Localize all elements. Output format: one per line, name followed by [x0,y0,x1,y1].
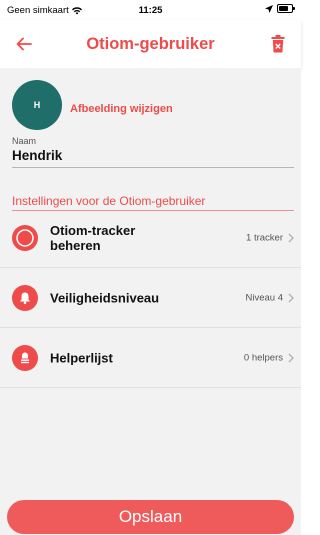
settings-item-label: Helperlijst [50,350,113,366]
tracker-icon [12,225,38,251]
trash-icon[interactable] [271,35,285,53]
helper-bell-icon-glyph [21,352,29,364]
row-divider [0,387,301,388]
settings-item-label: Otiom-tracker beheren [50,223,136,253]
bell-icon [12,285,38,311]
battery-icon [277,4,295,13]
main-content: H Afbeelding wijzigen Naam Hendrik Inste… [0,68,301,535]
settings-item-value: 1 tracker [246,232,283,244]
status-bar: Geen simkaart 11:25 [0,0,301,20]
settings-item-value: 0 helpers [243,352,283,364]
helper-bell-icon [12,345,38,371]
chevron-right-icon [288,353,294,363]
page-title: Otiom-gebruiker [86,35,215,53]
save-button[interactable]: Opslaan [7,500,294,534]
avatar[interactable]: H [12,80,62,130]
location-arrow-icon [265,4,273,13]
bell-icon-glyph [20,292,30,305]
status-right [265,4,295,13]
chevron-right-icon [288,293,294,303]
status-time: 11:25 [138,5,163,16]
nav-bar: Otiom-gebruiker [0,20,301,68]
settings-section-title: Instellingen voor de Otiom-gebruiker [12,194,206,208]
avatar-initial: H [33,100,41,110]
settings-item-label: Veiligheidsniveau [50,290,160,306]
settings-item-helper-list[interactable]: Helperlijst 0 helpers [0,328,301,388]
settings-item-value: Niveau 4 [245,292,284,304]
tracker-icon-glyph [16,229,34,247]
settings-item-tracker[interactable]: Otiom-tracker beheren 1 tracker [0,208,301,268]
name-field[interactable]: Hendrik [12,148,62,163]
name-field-underline [12,167,294,168]
chevron-right-icon [288,233,294,243]
change-image-link[interactable]: Afbeelding wijzigen [70,103,173,115]
name-label: Naam [12,136,37,146]
settings-item-safety-level[interactable]: Veiligheidsniveau Niveau 4 [0,268,301,328]
